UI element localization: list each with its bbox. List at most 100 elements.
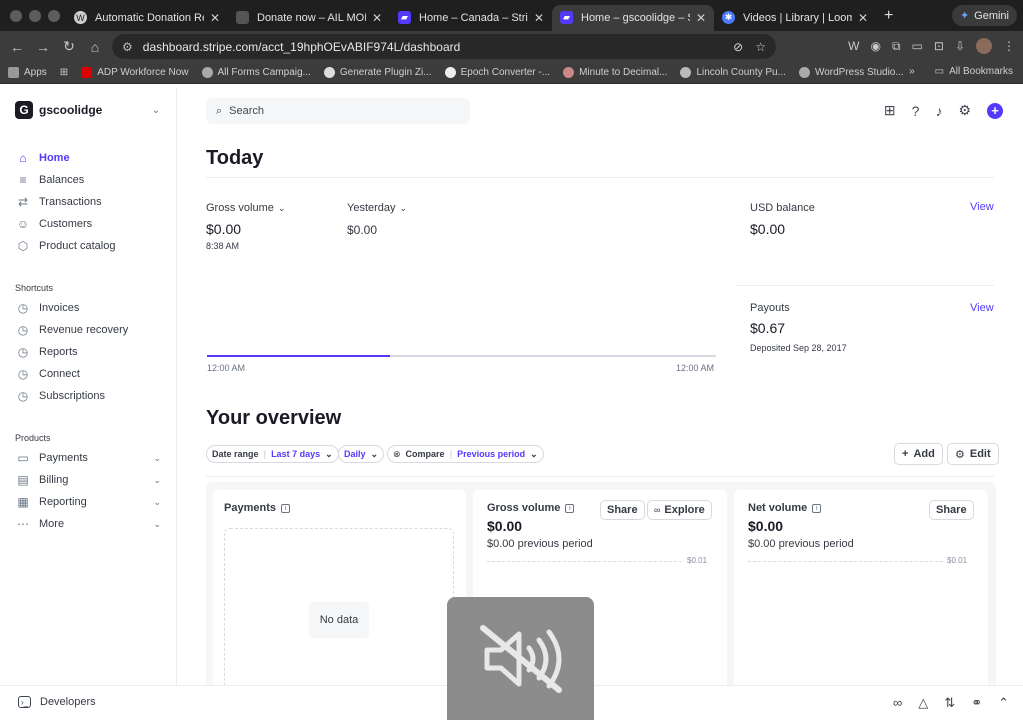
info-icon[interactable]: i <box>280 503 290 513</box>
bookmark-item[interactable]: Minute to Decimal... <box>563 67 667 78</box>
share-button[interactable]: Share <box>929 500 974 520</box>
browser-tab[interactable]: ✱ Videos | Library | Loom ✕ <box>714 5 876 31</box>
collapse-icon[interactable]: ⌃ <box>998 695 1009 711</box>
bookmark-grid[interactable]: ⊞ <box>60 67 68 78</box>
chevron-down-icon: ⌄ <box>370 448 379 459</box>
back-icon[interactable]: ← <box>4 39 30 55</box>
gemini-button[interactable]: ✦ Gemini <box>951 5 1017 26</box>
close-tab-icon[interactable]: ✕ <box>210 11 220 25</box>
sidebar-item-more[interactable]: ⋯ More ⌄ <box>16 515 161 533</box>
url-text: dashboard.stripe.com/acct_19hphOEvABIF97… <box>142 39 461 54</box>
sidebar-item-transactions[interactable]: ⇄ Transactions <box>16 193 161 211</box>
info-icon[interactable]: i <box>565 503 575 513</box>
gross-volume-selector[interactable]: Gross volume ⌄ <box>206 202 285 214</box>
sidebar-item-connect[interactable]: ◷ Connect <box>16 365 161 383</box>
minimize-window-button[interactable] <box>29 9 41 22</box>
close-tab-icon[interactable]: ✕ <box>534 11 544 25</box>
add-button[interactable]: + Add <box>894 443 943 465</box>
sidebar-item-payments[interactable]: ▭ Payments ⌄ <box>16 449 161 467</box>
share-button[interactable]: Share <box>600 500 645 520</box>
sidebar-item-balances[interactable]: ≡ Balances <box>16 171 161 189</box>
date-range-label: Date range <box>212 449 259 459</box>
compare-filter[interactable]: ⊗ Compare | Previous period ⌄ <box>387 445 544 463</box>
browser-tab[interactable]: Donate now – AIL MODENA ✕ <box>228 5 390 31</box>
browser-tab-active[interactable]: ▰ Home – gscoolidge – Stripe ✕ <box>552 4 714 31</box>
explore-button[interactable]: ∞ Explore <box>647 500 712 520</box>
bookmark-apps[interactable]: Apps <box>8 67 47 78</box>
apps-icon[interactable]: ⊞ <box>884 102 896 119</box>
profile-avatar[interactable] <box>976 38 992 54</box>
warning-icon[interactable]: △ <box>918 695 928 711</box>
download-icon[interactable]: ⇩ <box>955 39 965 53</box>
all-bookmarks[interactable]: ▭ All Bookmarks <box>935 66 1013 77</box>
new-tab-icon[interactable]: + <box>884 7 893 25</box>
create-plus-icon[interactable]: + <box>987 102 1003 119</box>
info-icon[interactable]: i <box>812 503 822 513</box>
chevron-down-icon: ⌄ <box>277 202 286 213</box>
browser-tab[interactable]: W Automatic Donation Receip ✕ <box>66 5 228 31</box>
sort-arrows-icon[interactable]: ⇅ <box>944 695 955 711</box>
more-bookmarks-icon[interactable]: » <box>909 66 915 77</box>
bookmark-item[interactable]: Epoch Converter -... <box>444 67 550 78</box>
home-icon[interactable]: ⌂ <box>82 39 108 55</box>
close-tab-icon[interactable]: ✕ <box>858 11 868 25</box>
site-info-icon[interactable]: ⚙ <box>122 40 133 54</box>
loom-icon: ✱ <box>722 11 735 24</box>
sidebar-item-subscriptions[interactable]: ◷ Subscriptions <box>16 387 161 405</box>
close-tab-icon[interactable]: ✕ <box>696 11 706 25</box>
stripe-icon: ▰ <box>560 11 573 24</box>
sidebar-item-customers[interactable]: ☺ Customers <box>16 215 161 233</box>
usd-balance-view-link[interactable]: View <box>970 201 994 213</box>
sidebar-item-reporting[interactable]: ▦ Reporting ⌄ <box>16 493 161 511</box>
browser-tab[interactable]: ▰ Home – Canada – Stripe [T ✕ <box>390 5 552 31</box>
extension-w-icon[interactable]: W <box>848 39 859 53</box>
binoculars-icon[interactable]: ∞ <box>893 695 902 711</box>
cast-icon[interactable]: ▭ <box>912 39 923 53</box>
eye-off-icon[interactable]: ⊘ <box>733 40 743 54</box>
site-icon <box>236 11 249 24</box>
forward-icon[interactable]: → <box>30 39 56 55</box>
sidebar-item-revenue-recovery[interactable]: ◷ Revenue recovery <box>16 321 161 339</box>
clock-icon: ◷ <box>17 301 29 315</box>
sidebar-item-product-catalog[interactable]: ⬡ Product catalog <box>16 237 161 255</box>
net-volume-card-title: Net volume i <box>748 502 822 514</box>
payouts-view-link[interactable]: View <box>970 302 994 314</box>
developers-button[interactable]: ›_ Developers <box>18 696 96 708</box>
address-bar[interactable]: ⚙ dashboard.stripe.com/acct_19hphOEvABIF… <box>112 34 776 59</box>
settings-gear-icon[interactable]: ⚙ <box>958 102 971 119</box>
edit-button[interactable]: ⚙ Edit <box>947 443 999 465</box>
clear-compare-icon[interactable]: ⊗ <box>393 449 401 460</box>
sidebar-item-invoices[interactable]: ◷ Invoices <box>16 299 161 317</box>
camera-extension-icon[interactable]: ◉ <box>870 39 880 53</box>
bookmark-item[interactable]: ADP Workforce Now <box>81 67 189 78</box>
puzzle-extension-icon[interactable]: ⧉ <box>892 39 901 54</box>
apps-grid-icon <box>8 67 19 78</box>
bookmark-star-icon[interactable]: ☆ <box>755 40 766 54</box>
reload-icon[interactable]: ↻ <box>56 38 82 55</box>
menu-dots-icon[interactable]: ⋮ <box>1003 39 1015 53</box>
screenshot-icon[interactable]: ⊡ <box>934 39 944 53</box>
bookmark-item[interactable]: Lincoln County Pu... <box>680 67 786 78</box>
interval-filter[interactable]: Daily ⌄ <box>338 445 385 463</box>
close-tab-icon[interactable]: ✕ <box>372 11 382 25</box>
net-card-value: $0.00 <box>748 518 784 534</box>
help-icon[interactable]: ? <box>912 103 920 119</box>
bookmark-item[interactable]: Generate Plugin Zi... <box>323 67 432 78</box>
search-input[interactable]: ⌕ Search <box>206 98 470 124</box>
bookmark-item[interactable]: All Forms Campaig... <box>201 67 311 78</box>
adp-icon <box>81 67 93 78</box>
yesterday-selector[interactable]: Yesterday ⌄ <box>347 202 407 214</box>
account-switcher[interactable]: G gscoolidge ⌄ <box>15 101 160 119</box>
bookmark-item[interactable]: WordPress Studio... <box>798 67 904 78</box>
gross-card-value: $0.00 <box>487 518 523 534</box>
notifications-bell-icon[interactable]: ♪ <box>935 103 942 119</box>
sidebar-item-reports[interactable]: ◷ Reports <box>16 343 161 361</box>
date-range-filter[interactable]: Date range | Last 7 days ⌄ <box>206 445 339 463</box>
sidebar-item-billing[interactable]: ▤ Billing ⌄ <box>16 471 161 489</box>
net-chart-gridline <box>748 561 943 562</box>
sidebar-item-home[interactable]: ⌂ Home <box>16 149 161 167</box>
close-window-button[interactable] <box>10 9 22 22</box>
webhooks-icon[interactable]: ⚭ <box>971 695 982 711</box>
zoom-window-button[interactable] <box>48 9 60 22</box>
extension-toolbar: W ◉ ⧉ ▭ ⊡ ⇩ ⋮ <box>848 38 1015 54</box>
